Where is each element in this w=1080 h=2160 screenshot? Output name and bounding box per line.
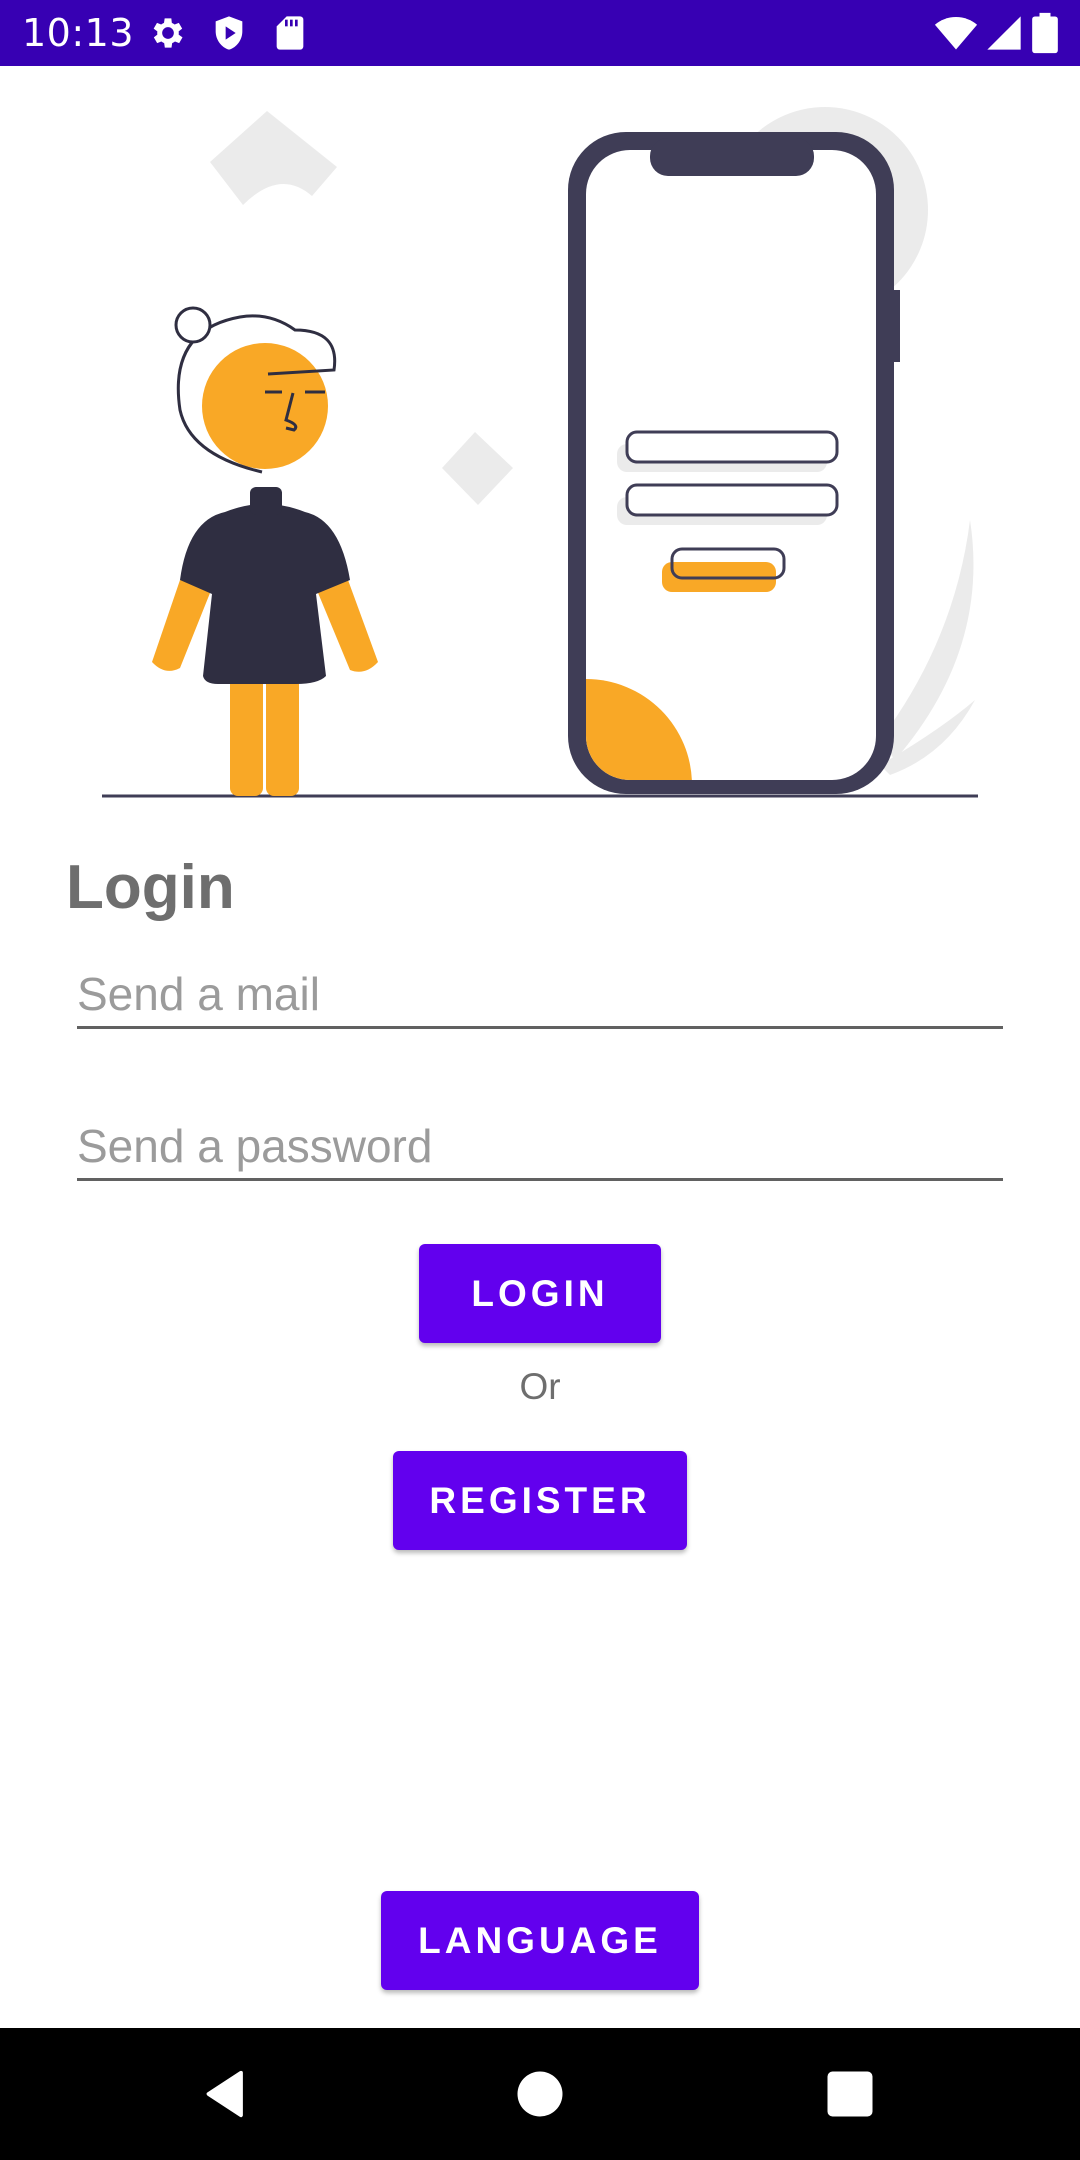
home-icon[interactable] [510,2064,570,2124]
login-button[interactable]: LOGIN [419,1244,661,1343]
language-button[interactable]: LANGUAGE [381,1891,699,1990]
navigation-bar [0,2028,1080,2160]
gear-icon [153,18,183,48]
shield-play-icon [215,16,243,50]
decor-diamond [442,432,513,505]
or-separator: Or [519,1366,561,1407]
status-bar: 10:13 [0,0,1080,66]
login-title: Login [66,853,235,922]
password-field[interactable] [77,1114,1003,1181]
recents-icon[interactable] [820,2064,880,2124]
email-field[interactable] [77,962,1003,1029]
login-illustration [102,107,978,798]
decor-leaf [880,520,974,760]
register-button[interactable]: REGISTER [393,1451,687,1550]
decor-shape [210,111,337,205]
signal-icon [987,16,1021,50]
battery-icon [1032,12,1058,54]
login-screen: 10:13 Login Send a mail LOGIN Or REGISTE… [0,0,1080,2160]
person-illustration [152,306,378,796]
back-icon[interactable] [196,2064,256,2124]
wifi-icon [934,17,978,50]
sd-card-icon [276,16,304,50]
status-time: 10:13 [22,11,135,55]
phone-illustration [568,132,900,794]
